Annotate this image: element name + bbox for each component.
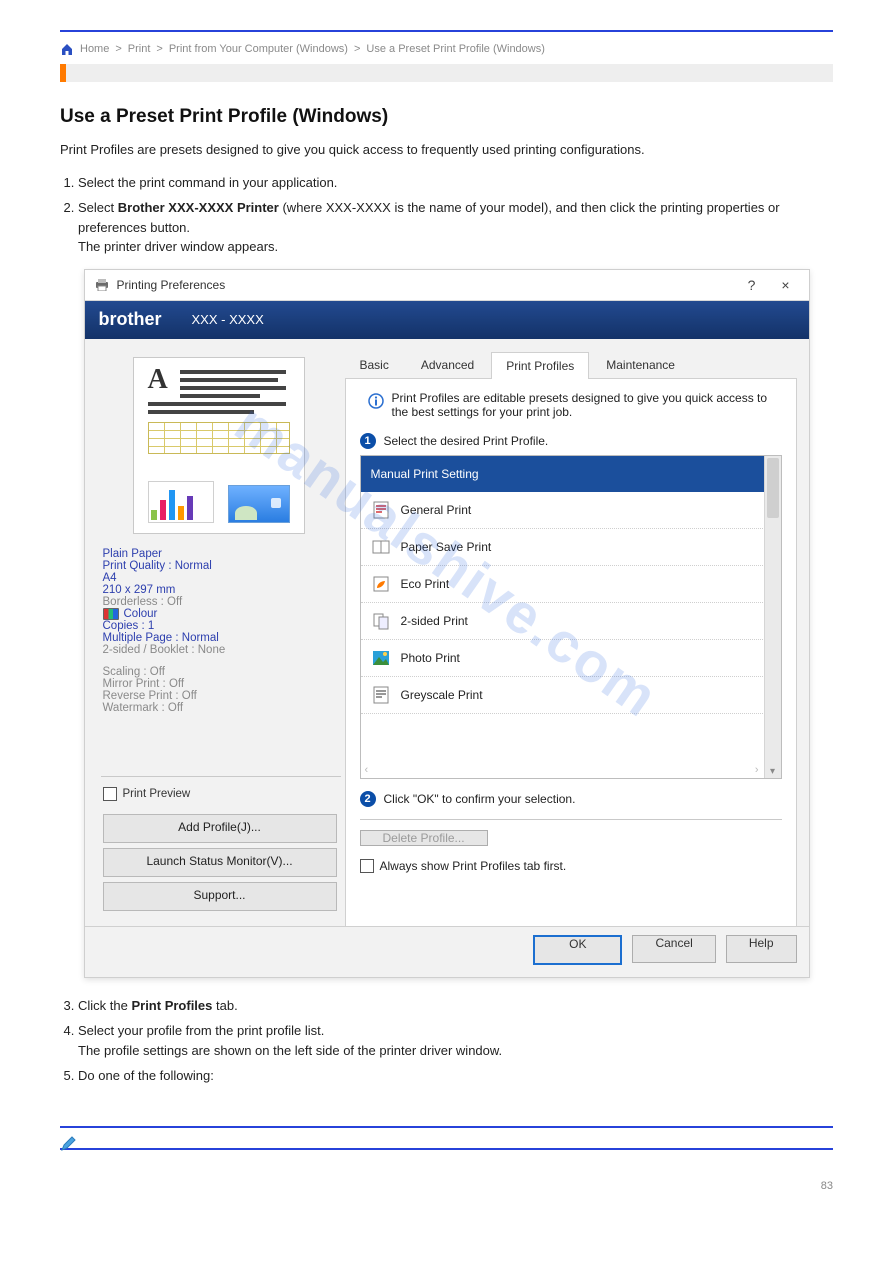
brother-logo: brother xyxy=(99,309,162,330)
page-title: Use a Preset Print Profile (Windows) xyxy=(60,106,833,128)
tab-basic[interactable]: Basic xyxy=(345,351,404,378)
summary-panel: A Plain Paper Print Quality : Normal A4 … xyxy=(97,351,345,926)
home-icon xyxy=(60,42,74,56)
crumb-here: Use a Preset Print Profile (Windows) xyxy=(366,43,545,55)
profile-2sided[interactable]: 2-sided Print xyxy=(361,603,765,640)
pencil-icon xyxy=(60,1134,78,1152)
summary-watermark: Watermark : Off xyxy=(103,702,335,714)
intro-text: Print Profiles are presets designed to g… xyxy=(60,141,780,160)
help-button[interactable]: Help xyxy=(726,935,797,963)
summary-duplex: 2-sided / Booklet : None xyxy=(103,644,335,656)
brand-bar: brother XXX - XXXX xyxy=(85,301,809,339)
section-accent xyxy=(60,64,833,82)
profile-paper-save[interactable]: Paper Save Print xyxy=(361,529,765,566)
delete-profile-button[interactable]: Delete Profile... xyxy=(360,830,488,846)
step-1: Select the print command in your applica… xyxy=(78,173,833,193)
tab-strip: Basic Advanced Print Profiles Maintenanc… xyxy=(345,351,797,379)
step-4: Select your profile from the print profi… xyxy=(78,1021,833,1060)
profile-eco[interactable]: Eco Print xyxy=(361,566,765,603)
summary-size: A4 xyxy=(103,572,335,584)
two-sided-icon xyxy=(371,611,391,631)
dialog-title-bar[interactable]: Printing Preferences ? × xyxy=(85,270,809,301)
profile-general[interactable]: General Print xyxy=(361,492,765,529)
add-profile-button[interactable]: Add Profile(J)... xyxy=(103,814,337,843)
step2-text: Click "OK" to confirm your selection. xyxy=(384,792,576,806)
preview-thumbnail: A xyxy=(133,357,305,534)
help-button[interactable]: ? xyxy=(739,277,765,293)
profiles-info: Print Profiles are editable presets desi… xyxy=(392,391,782,419)
summary-reverse: Reverse Print : Off xyxy=(103,690,335,702)
cancel-button[interactable]: Cancel xyxy=(632,935,715,963)
summary-paper: Plain Paper xyxy=(103,548,335,560)
crumb-pc[interactable]: Print from Your Computer (Windows) xyxy=(169,43,348,55)
step-badge-2: 2 xyxy=(360,791,376,807)
breadcrumb: Home > Print > Print from Your Computer … xyxy=(60,42,833,56)
greyscale-icon xyxy=(371,685,391,705)
ok-button[interactable]: OK xyxy=(533,935,622,965)
summary-dims: 210 x 297 mm xyxy=(103,584,335,596)
general-print-icon xyxy=(371,500,391,520)
colour-swatch-icon xyxy=(103,608,119,620)
summary-multiple: Multiple Page : Normal xyxy=(103,632,335,644)
dialog-footer: OK Cancel Help xyxy=(85,926,809,977)
info-icon xyxy=(368,393,384,409)
step-badge-1: 1 xyxy=(360,433,376,449)
dialog-title: Printing Preferences xyxy=(117,278,226,292)
tab-print-profiles[interactable]: Print Profiles xyxy=(491,352,589,379)
always-show-checkbox[interactable]: Always show Print Profiles tab first. xyxy=(360,859,782,873)
profile-manual[interactable]: Manual Print Setting xyxy=(361,456,765,492)
summary-scaling: Scaling : Off xyxy=(103,666,335,678)
close-button[interactable]: × xyxy=(773,277,799,293)
printing-preferences-dialog: Printing Preferences ? × brother XXX - X… xyxy=(84,269,810,978)
printer-icon xyxy=(95,279,109,291)
tip-note xyxy=(60,1126,833,1150)
print-preview-checkbox[interactable]: Print Preview xyxy=(103,787,191,801)
summary-copies: Copies : 1 xyxy=(103,620,335,632)
step1-text: Select the desired Print Profile. xyxy=(384,434,549,448)
tab-maintenance[interactable]: Maintenance xyxy=(591,351,690,378)
page-number: 83 xyxy=(60,1180,833,1192)
scroll-right-icon: › xyxy=(755,764,759,776)
profile-list-scrollbar[interactable]: ▾ xyxy=(764,456,781,778)
profile-photo[interactable]: Photo Print xyxy=(361,640,765,677)
summary-colour: Colour xyxy=(103,608,335,620)
crumb-home[interactable]: Home xyxy=(80,43,109,55)
crumb-print[interactable]: Print xyxy=(128,43,151,55)
status-monitor-button[interactable]: Launch Status Monitor(V)... xyxy=(103,848,337,877)
profile-list[interactable]: Manual Print Setting General Print xyxy=(360,455,782,779)
eco-print-icon xyxy=(371,574,391,594)
step-5: Do one of the following: xyxy=(78,1066,833,1086)
profile-greyscale[interactable]: Greyscale Print xyxy=(361,677,765,714)
model-name: XXX - XXXX xyxy=(192,312,264,327)
header-rule xyxy=(60,30,833,32)
profiles-tab-content: Print Profiles are editable presets desi… xyxy=(346,379,796,926)
support-button[interactable]: Support... xyxy=(103,882,337,911)
photo-print-icon xyxy=(371,648,391,668)
step-2: Select Brother XXX-XXXX Printer (where X… xyxy=(78,198,833,257)
step-3: Click the Print Profiles tab. xyxy=(78,996,833,1016)
scroll-left-icon: ‹ xyxy=(365,764,369,776)
summary-mirror: Mirror Print : Off xyxy=(103,678,335,690)
summary-quality: Print Quality : Normal xyxy=(103,560,335,572)
summary-borderless: Borderless : Off xyxy=(103,596,335,608)
paper-save-icon xyxy=(371,537,391,557)
tab-advanced[interactable]: Advanced xyxy=(406,351,489,378)
